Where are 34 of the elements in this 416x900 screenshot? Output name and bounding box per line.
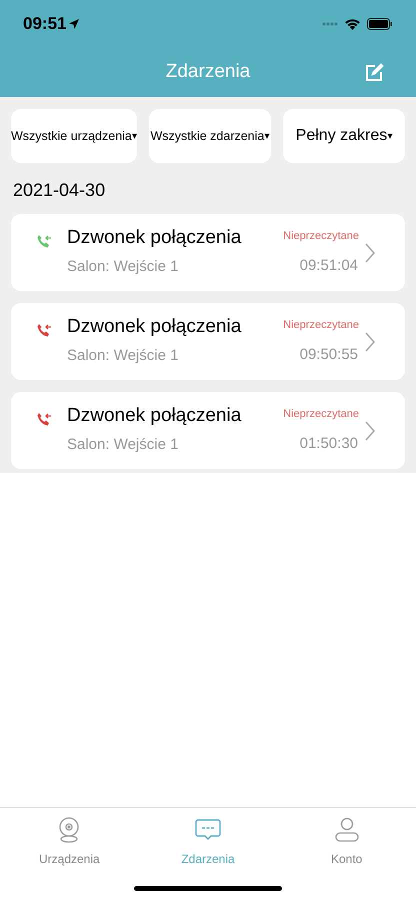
chevron-right-icon xyxy=(365,242,375,262)
event-card[interactable]: Dzwonek połączenia Salon: Wejście 1 Nieprzeczytane 09:50:55 xyxy=(11,303,405,380)
event-time: 09:51:04 xyxy=(300,256,358,276)
tab-item[interactable]: Urządzenia xyxy=(0,816,139,868)
chevron-right-icon xyxy=(365,420,375,440)
status-time: 09:51 xyxy=(23,13,66,36)
event-card[interactable]: Dzwonek połączenia Salon: Wejście 1 Nieprzeczytane 01:50:30 xyxy=(11,392,405,469)
wifi-icon xyxy=(344,18,361,30)
screen-title: Zdarzenia xyxy=(166,60,250,84)
event-title: Dzwonek połączenia xyxy=(67,226,242,250)
camera-icon xyxy=(57,817,82,843)
event-time: 09:50:55 xyxy=(300,344,358,364)
unread-label: Nieprzeczytane xyxy=(283,229,359,244)
event-title: Dzwonek połączenia xyxy=(67,404,242,428)
event-title: Dzwonek połączenia xyxy=(67,315,242,340)
event-time: 01:50:30 xyxy=(300,434,358,454)
tab-item[interactable]: Konto xyxy=(277,816,416,868)
chevron-right-icon xyxy=(365,332,375,352)
signal-icon xyxy=(322,22,338,26)
event-location: Salon: Wejście 1 xyxy=(67,435,180,456)
date-heading: 2021-04-30 xyxy=(12,179,106,202)
edit-icon[interactable] xyxy=(364,63,384,83)
message-icon xyxy=(194,818,222,842)
event-card[interactable]: Dzwonek połączenia Salon: Wejście 1 Nieprzeczytane 09:51:04 xyxy=(11,214,405,291)
event-location: Salon: Wejście 1 xyxy=(67,257,180,278)
filter-dropdown[interactable]: Wszystkie zdarzenia▾ xyxy=(148,109,271,163)
filter-dropdown[interactable]: Wszystkie urządzenia▾ xyxy=(11,109,137,163)
unread-label: Nieprzeczytane xyxy=(283,407,359,422)
event-location: Salon: Wejście 1 xyxy=(67,346,180,366)
battery-icon xyxy=(367,18,393,30)
location-arrow-icon xyxy=(68,18,80,30)
person-icon xyxy=(334,817,360,843)
unread-label: Nieprzeczytane xyxy=(283,318,359,333)
filter-dropdown[interactable]: Pełny zakres▾ xyxy=(282,109,405,163)
